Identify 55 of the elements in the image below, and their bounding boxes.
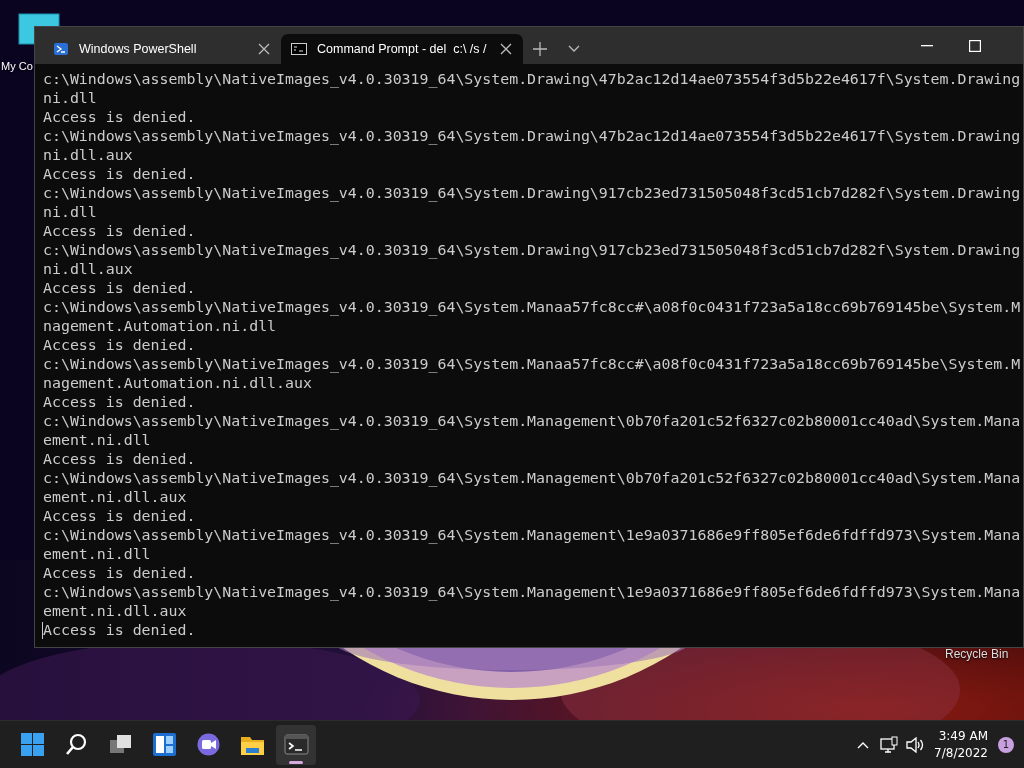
console-line: Access is denied. <box>43 279 196 298</box>
console-line: c:\Windows\assembly\NativeImages_v4.0.30319_64\System.Drawing\917cb23ed731505048f3cd51cb7d282f\System.Drawing <box>43 241 1021 260</box>
desktop-icon-label[interactable]: My Co <box>1 60 33 72</box>
console-line: Access is denied. <box>43 222 196 241</box>
notification-badge[interactable]: 1 <box>998 736 1014 753</box>
chevron-down-icon[interactable] <box>567 45 580 53</box>
tab[interactable]: Windows PowerShell <box>43 34 281 64</box>
volume-icon[interactable] <box>906 736 925 753</box>
console-line: Access is denied. <box>43 108 196 127</box>
console-line: Access is denied. <box>43 621 196 640</box>
text-cursor <box>42 622 43 639</box>
minimize-icon[interactable] <box>921 44 933 47</box>
plus-icon[interactable] <box>532 42 547 56</box>
console-line: c:\Windows\assembly\NativeImages_v4.0.30319_64\System.Drawing\47b2ac12d14ae073554f3d5b22e4617f\System.Drawing <box>43 70 1021 89</box>
terminal-icon <box>283 732 309 757</box>
console-line: nagement.Automation.ni.dll <box>43 317 277 336</box>
powershell-icon <box>53 42 69 56</box>
console-line: c:\Windows\assembly\NativeImages_v4.0.30319_64\System.Drawing\917cb23ed731505048f3cd51cb7d282f\System.Drawing <box>43 184 1021 203</box>
close-icon[interactable] <box>499 43 512 55</box>
console-line: ement.ni.dll.aux <box>43 488 187 507</box>
console-line: ni.dll <box>43 203 97 222</box>
network-icon[interactable] <box>880 736 899 753</box>
console-line: c:\Windows\assembly\NativeImages_v4.0.30319_64\System.Drawing\47b2ac12d14ae073554f3d5b22e4617f\System.Drawing <box>43 127 1021 146</box>
console-line: Access is denied. <box>43 393 196 412</box>
widgets-icon <box>151 732 177 757</box>
console-line: ement.ni.dll.aux <box>43 602 187 621</box>
console-line: Access is denied. <box>43 450 196 469</box>
video-chat-icon <box>195 732 221 757</box>
search-icon <box>63 732 89 757</box>
console-line: Access is denied. <box>43 165 196 184</box>
chevron-up-icon[interactable] <box>857 740 870 749</box>
console-line: nagement.Automation.ni.dll.aux <box>43 374 312 393</box>
console-line: ement.ni.dll <box>43 545 151 564</box>
console-line: ni.dll.aux <box>43 146 133 165</box>
console-line: Access is denied. <box>43 564 196 583</box>
console-line: ni.dll <box>43 89 97 108</box>
console-line: c:\Windows\assembly\NativeImages_v4.0.30319_64\System.Management\0b70fa201c52f6327c02b80001cc40ad\System.Mana <box>43 412 1021 431</box>
tab[interactable]: Command Prompt - del c:\ /s / <box>281 34 523 64</box>
console-line: Access is denied. <box>43 507 196 526</box>
maximize-icon[interactable] <box>969 39 981 52</box>
command-prompt-icon <box>291 42 307 56</box>
windows-logo-icon <box>19 732 45 757</box>
console-line: ni.dll.aux <box>43 260 133 279</box>
console-line: c:\Windows\assembly\NativeImages_v4.0.30319_64\System.Management\0b70fa201c52f6327c02b80001cc40ad\System.Mana <box>43 469 1021 488</box>
clock-time[interactable]: 3:49 AM <box>938 727 988 745</box>
console-line: c:\Windows\assembly\NativeImages_v4.0.30319_64\System.Management\1e9a0371686e9ff805ef6de6fdffd973\System.Mana <box>43 583 1021 602</box>
taskbar-button[interactable] <box>276 724 316 765</box>
console-line: c:\Windows\assembly\NativeImages_v4.0.30319_64\System.Management\1e9a0371686e9ff805ef6de6fdffd973\System.Mana <box>43 526 1021 545</box>
clock-date[interactable]: 7/8/2022 <box>934 744 988 762</box>
console-line: c:\Windows\assembly\NativeImages_v4.0.30319_64\System.Manaa57fc8cc#\a08f0c0431f723a5a18cc69b769145be\System.M <box>43 298 1021 317</box>
console-line: c:\Windows\assembly\NativeImages_v4.0.30319_64\System.Manaa57fc8cc#\a08f0c0431f723a5a18cc69b769145be\System.M <box>43 355 1021 374</box>
console-line: ement.ni.dll <box>43 431 151 450</box>
console-line: Access is denied. <box>43 336 196 355</box>
desktop-icon-label[interactable]: Recycle Bin <box>945 647 1009 661</box>
close-icon[interactable] <box>258 43 270 55</box>
